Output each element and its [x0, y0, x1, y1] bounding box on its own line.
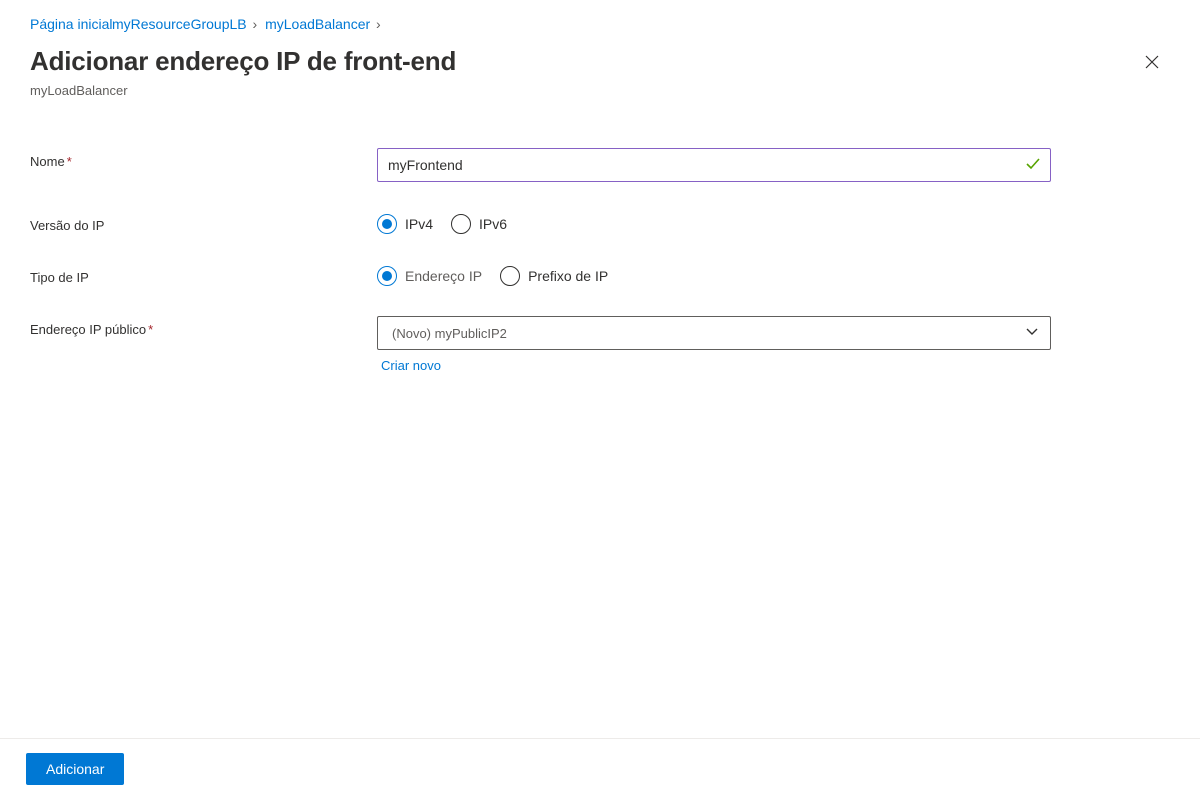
ip-type-label: Tipo de IP — [30, 264, 377, 285]
radio-ipv4[interactable]: IPv4 — [377, 214, 433, 234]
radio-ipv6-label: IPv6 — [479, 216, 507, 232]
form-row-public-ip: Endereço IP público* (Novo) myPublicIP2 … — [30, 316, 1200, 373]
radio-ipv6[interactable]: IPv6 — [451, 214, 507, 234]
breadcrumb-home[interactable]: Página inicial — [30, 16, 112, 32]
public-ip-selected-value: (Novo) myPublicIP2 — [392, 326, 507, 341]
chevron-right-icon: › — [372, 16, 381, 32]
chevron-right-icon: › — [249, 16, 261, 32]
form-row-ip-version: Versão do IP IPv4 IPv6 — [30, 212, 1200, 234]
public-ip-select[interactable]: (Novo) myPublicIP2 — [377, 316, 1051, 350]
radio-icon — [377, 214, 397, 234]
footer: Adicionar — [0, 738, 1200, 799]
required-indicator: * — [67, 154, 72, 169]
radio-ip-prefix[interactable]: Prefixo de IP — [500, 266, 608, 286]
name-input[interactable] — [377, 148, 1051, 182]
radio-icon — [500, 266, 520, 286]
radio-icon — [377, 266, 397, 286]
form-row-name: Nome* — [30, 148, 1200, 182]
radio-ipv4-label: IPv4 — [405, 216, 433, 232]
form-row-ip-type: Tipo de IP Endereço IP Prefixo de IP — [30, 264, 1200, 286]
breadcrumb: Página inicial myResourceGroupLB › myLoa… — [0, 0, 1200, 40]
radio-ip-prefix-label: Prefixo de IP — [528, 268, 608, 284]
close-button[interactable] — [1140, 50, 1164, 77]
ip-version-label: Versão do IP — [30, 212, 377, 233]
page-title: Adicionar endereço IP de front-end — [30, 46, 456, 77]
add-button[interactable]: Adicionar — [26, 753, 124, 785]
radio-ip-address-label: Endereço IP — [405, 268, 482, 284]
required-indicator: * — [148, 322, 153, 337]
breadcrumb-resource-group[interactable]: myResourceGroupLB — [112, 16, 247, 32]
close-icon — [1144, 54, 1160, 70]
page-subtitle: myLoadBalancer — [0, 77, 1200, 98]
breadcrumb-load-balancer[interactable]: myLoadBalancer — [265, 16, 370, 32]
create-new-link[interactable]: Criar novo — [381, 358, 441, 373]
radio-icon — [451, 214, 471, 234]
form-container: Nome* Versão do IP IPv4 IPv6 — [0, 98, 1200, 373]
radio-ip-address[interactable]: Endereço IP — [377, 266, 482, 286]
name-label: Nome* — [30, 148, 377, 169]
public-ip-label: Endereço IP público* — [30, 316, 377, 337]
